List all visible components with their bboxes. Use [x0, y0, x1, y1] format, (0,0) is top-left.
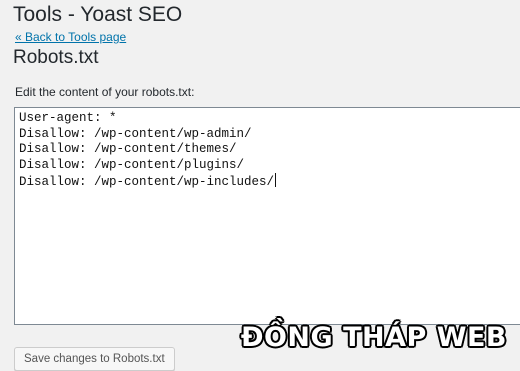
editor-line: User-agent: *: [19, 111, 117, 125]
editor-line: Disallow: /wp-content/plugins/: [19, 157, 245, 172]
watermark-logo: ĐỒNG THÁP WEB: [240, 322, 507, 353]
robots-editor-label: Edit the content of your robots.txt:: [15, 85, 195, 99]
save-robots-button[interactable]: Save changes to Robots.txt: [14, 347, 175, 371]
editor-line-last: Disallow: /wp-content/wp-includes/: [19, 173, 520, 191]
page-title: Tools - Yoast SEO: [13, 3, 183, 26]
editor-line: Disallow: /wp-content/themes/: [19, 142, 237, 156]
editor-line-text: Disallow: /wp-content/wp-includes/: [19, 175, 275, 189]
back-to-tools-link[interactable]: « Back to Tools page: [15, 30, 126, 44]
text-caret: [275, 173, 277, 187]
robots-txt-textarea[interactable]: User-agent: * Disallow: /wp-content/wp-a…: [14, 107, 520, 325]
editor-line: Disallow: /wp-content/wp-admin/: [19, 126, 252, 141]
section-title: Robots.txt: [13, 47, 99, 68]
